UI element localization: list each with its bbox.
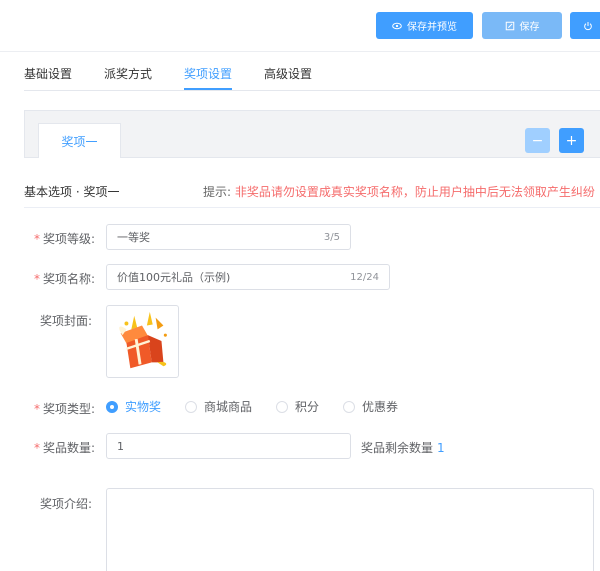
prize-intro-textarea[interactable] (106, 488, 594, 571)
tip: 提示: 非奖品请勿设置成真实奖项名称，防止用户抽中后无法领取产生纠纷 (203, 183, 595, 200)
prize-level-input[interactable]: 一等奖 3/5 (106, 224, 351, 250)
radio-dot (106, 400, 118, 413)
tip-text: 非奖品请勿设置成真实奖项名称，防止用户抽中后无法领取产生纠纷 (234, 185, 595, 199)
required-mark: * (34, 272, 40, 286)
prize-intro-label: 奖项介绍: (40, 497, 93, 511)
tab-prize-settings[interactable]: 奖项设置 (184, 66, 233, 90)
prize-quantity-label: * 奖品数量: (34, 441, 96, 455)
required-mark: * (34, 441, 40, 455)
eye-icon (392, 22, 402, 29)
save-label: 保存 (519, 22, 540, 33)
save-and-preview-button[interactable]: 保存并预览 (376, 12, 473, 39)
prize-name-label: * 奖项名称: (34, 272, 96, 286)
section-title: 基本选项 · 奖项一 (24, 185, 120, 199)
add-prize-button[interactable]: + (559, 128, 584, 153)
remove-prize-button[interactable]: − (525, 128, 550, 153)
save-and-preview-label: 保存并预览 (407, 22, 457, 33)
prize-cover-upload[interactable] (106, 305, 179, 378)
tab-advanced-settings[interactable]: 高级设置 (264, 66, 312, 90)
remaining-quantity: 奖品剩余数量 1 (361, 441, 445, 455)
power-button[interactable] (570, 12, 600, 39)
radio-dot (343, 400, 356, 413)
radio-physical-prize[interactable]: 实物奖 (106, 398, 161, 415)
prize-name-value: 价值100元礼品（示例) (117, 271, 231, 284)
prize-level-value: 一等奖 (117, 231, 150, 244)
prize-type-radio-group: 实物奖 商城商品 积分 优惠券 (106, 398, 422, 415)
prize-quantity-input[interactable]: 1 (106, 433, 351, 459)
tip-label: 提示: (203, 185, 232, 199)
section-divider (24, 207, 600, 208)
prize-type-label: * 奖项类型: (34, 402, 96, 416)
required-mark: * (34, 232, 40, 246)
top-toolbar: 保存并预览 保存 (0, 0, 600, 52)
tab-award-method[interactable]: 派奖方式 (104, 66, 152, 90)
main-card: 基础设置 派奖方式 奖项设置 高级设置 奖项一 − + 基本选项 · 奖项一 提… (0, 52, 600, 571)
settings-tabs: 基础设置 派奖方式 奖项设置 高级设置 (24, 66, 312, 90)
prize-tab-1[interactable]: 奖项一 (38, 123, 121, 158)
tabs-divider (24, 90, 600, 91)
radio-mall-product[interactable]: 商城商品 (185, 398, 252, 415)
prize-name-input[interactable]: 价值100元礼品（示例) 12/24 (106, 264, 390, 290)
prize-level-label: * 奖项等级: (34, 232, 96, 246)
prize-name-count: 12/24 (350, 271, 379, 283)
remaining-quantity-value: 1 (437, 441, 445, 455)
prize-level-count: 3/5 (323, 231, 340, 243)
radio-dot (185, 400, 198, 413)
edit-icon (505, 21, 514, 30)
prize-quantity-value: 1 (117, 439, 124, 453)
save-button[interactable]: 保存 (482, 12, 562, 39)
gift-box-icon (119, 311, 167, 369)
required-mark: * (34, 402, 40, 416)
prize-tab-strip: 奖项一 − + (24, 110, 600, 158)
prize-cover-label: 奖项封面: (40, 314, 93, 328)
tab-basic-settings[interactable]: 基础设置 (24, 66, 72, 90)
radio-points[interactable]: 积分 (276, 398, 319, 415)
radio-coupon[interactable]: 优惠券 (343, 398, 398, 415)
power-icon (584, 21, 592, 30)
radio-dot (276, 400, 289, 413)
